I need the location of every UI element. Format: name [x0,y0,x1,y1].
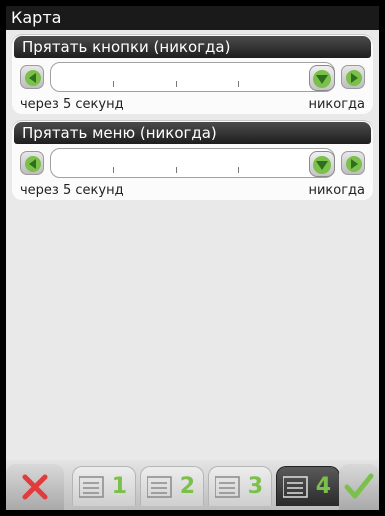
decrease-button[interactable] [20,151,44,175]
arrow-down-icon [313,70,331,88]
tab-number: 1 [111,474,127,499]
panel-title: Прятать кнопки (никогда) [14,36,371,58]
slider-tick [113,81,115,87]
list-icon [215,476,240,498]
tab-1[interactable]: 1 [72,466,136,506]
list-icon [147,476,172,498]
close-button[interactable] [6,464,64,510]
slider-track[interactable] [50,148,335,178]
arrow-down-icon [313,156,331,174]
hide-menu-panel: Прятать меню (никогда) через 5 секунд ни… [12,120,373,200]
slider-tick [237,167,239,173]
hide-menu-slider[interactable] [20,148,365,180]
ok-button[interactable] [339,464,379,510]
tab-number: 4 [315,474,331,499]
slider-labels: через 5 секунд никогда [20,182,365,200]
hide-buttons-slider[interactable] [20,62,365,94]
close-icon [22,474,48,500]
list-icon [79,476,104,498]
increase-button[interactable] [341,65,365,89]
tab-number: 2 [179,474,195,499]
slider-tick [175,167,177,173]
arrow-right-icon [346,156,362,172]
bottom-toolbar: 1 2 3 4 [6,460,379,510]
increase-button[interactable] [341,151,365,175]
app-window: Карта Прятать кнопки (никогда) через 5 с… [6,6,379,510]
slider-track[interactable] [50,62,335,92]
slider-thumb[interactable] [309,151,335,177]
panel-title: Прятать меню (никогда) [14,122,371,144]
tab-number: 3 [247,474,263,499]
arrow-right-icon [346,70,362,86]
slider-tick [113,167,115,173]
slider-min-label: через 5 секунд [20,183,124,198]
list-icon [283,476,308,498]
checkmark-icon [344,473,374,499]
slider-min-label: через 5 секунд [20,97,124,112]
slider-thumb[interactable] [309,65,335,91]
slider-max-label: никогда [308,97,365,112]
slider-tick [237,81,239,87]
arrow-left-icon [25,156,41,172]
slider-tick [175,81,177,87]
hide-buttons-panel: Прятать кнопки (никогда) через 5 секунд … [12,34,373,114]
window-title: Карта [6,6,379,30]
slider-max-label: никогда [308,183,365,198]
arrow-left-icon [25,70,41,86]
slider-labels: через 5 секунд никогда [20,96,365,114]
tab-3[interactable]: 3 [208,466,272,506]
tab-2[interactable]: 2 [140,466,204,506]
tab-4[interactable]: 4 [276,466,340,506]
decrease-button[interactable] [20,65,44,89]
